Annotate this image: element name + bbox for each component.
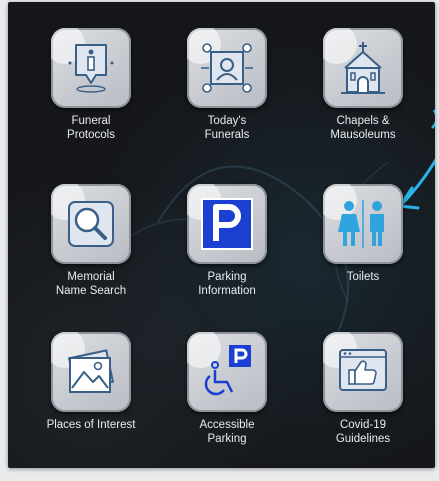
info-pin-icon — [68, 44, 114, 93]
parking-information-button[interactable] — [187, 184, 267, 264]
tile-label: Chapels & Mausoleums — [330, 115, 396, 141]
toilets-icon — [338, 200, 384, 248]
app-screen: Funeral Protocols Today's Funerals Chape… — [8, 2, 435, 468]
covid-19-guidelines-button[interactable] — [323, 332, 403, 412]
tile-label: Toilets — [346, 271, 380, 283]
accessible-parking-icon — [204, 345, 251, 396]
todays-funerals-button[interactable] — [187, 28, 267, 108]
chapel-icon — [341, 42, 385, 94]
tile-toilets[interactable]: Toilets — [308, 184, 418, 320]
photos-icon — [67, 349, 115, 393]
annotation-arrow-fragment — [431, 109, 435, 129]
tile-covid-19-guidelines[interactable]: Covid-19 Guidelines — [308, 332, 418, 468]
tile-label: Today's Funerals — [204, 115, 250, 141]
tile-label: Parking Information — [198, 271, 256, 297]
tile-label: Covid-19 Guidelines — [335, 419, 391, 445]
tile-accessible-parking[interactable]: Accessible Parking — [172, 332, 282, 468]
tile-places-of-interest[interactable]: Places of Interest — [36, 332, 146, 468]
person-frame-icon — [201, 43, 253, 93]
tile-label: Places of Interest — [46, 419, 136, 431]
tile-parking-information[interactable]: Parking Information — [172, 184, 282, 320]
tile-funeral-protocols[interactable]: Funeral Protocols — [36, 28, 146, 164]
places-of-interest-button[interactable] — [51, 332, 131, 412]
chapels-mausoleums-button[interactable] — [323, 28, 403, 108]
funeral-protocols-button[interactable] — [51, 28, 131, 108]
toilets-button[interactable] — [323, 184, 403, 264]
memorial-name-search-button[interactable] — [51, 184, 131, 264]
thumbs-up-screen-icon — [339, 349, 387, 391]
tile-label: Memorial Name Search — [55, 271, 127, 297]
tile-memorial-name-search[interactable]: Memorial Name Search — [36, 184, 146, 320]
tile-todays-funerals[interactable]: Today's Funerals — [172, 28, 282, 164]
accessible-parking-button[interactable] — [187, 332, 267, 412]
magnifier-icon — [68, 201, 114, 247]
parking-sign-icon — [201, 198, 253, 250]
tile-chapels-mausoleums[interactable]: Chapels & Mausoleums — [308, 28, 418, 164]
tile-label: Funeral Protocols — [67, 115, 115, 141]
tile-label: Accessible Parking — [199, 419, 255, 445]
